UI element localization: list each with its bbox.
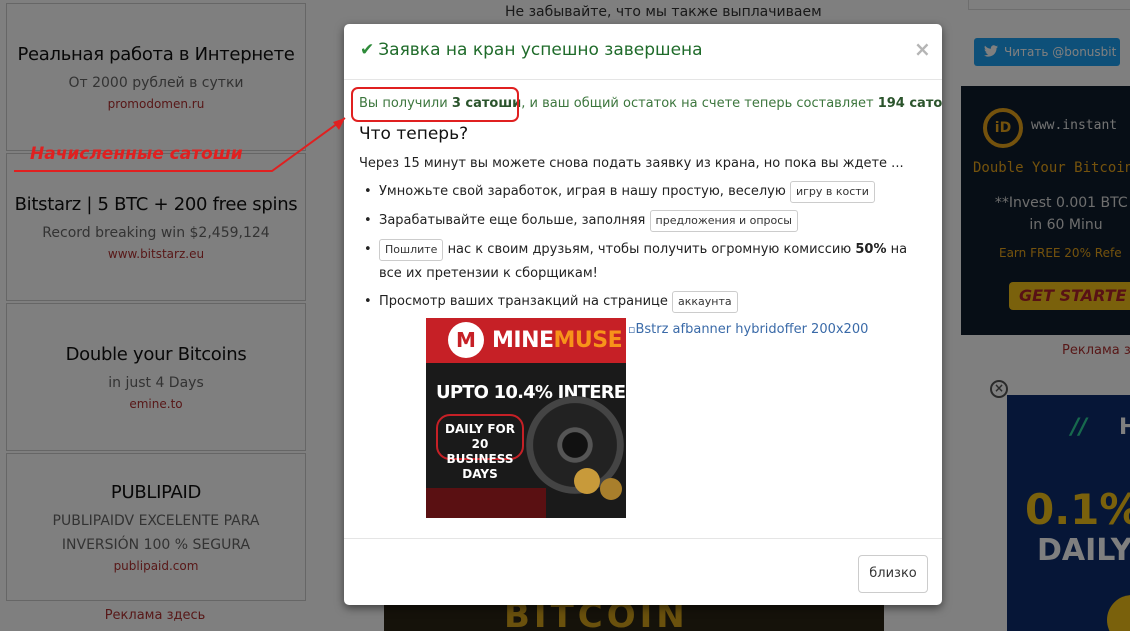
claimed-amount: 3 сатоши (451, 96, 522, 111)
bitcoin-coin-icon (574, 468, 600, 494)
close-button[interactable]: близко (858, 555, 928, 593)
minemuse-logo: M (448, 322, 484, 358)
interest-text: UPTO 10.4% INTEREST (436, 382, 626, 403)
bitcoin-coin-icon (600, 478, 622, 500)
daily-line: BUSINESS DAYS (446, 452, 514, 481)
commission-percent: 50% (855, 242, 887, 257)
result-prefix: Вы получили (359, 96, 448, 111)
list-item-text: Просмотр ваших транзакций на странице (379, 294, 668, 309)
refer-button[interactable]: Пошлите (379, 238, 444, 261)
list-item: Зарабатывайте еще больше, заполняя предл… (359, 209, 929, 233)
result-middle: , и ваш общий остаток на счете теперь со… (521, 96, 874, 111)
account-balance: 194 сатоши (877, 96, 942, 111)
modal-title-text: Заявка на кран успешно завершена (378, 40, 703, 60)
wait-intro-text: Через 15 минут вы можете снова подать за… (359, 156, 904, 171)
daily-badge: DAILY FOR 20 BUSINESS DAYS (436, 414, 524, 481)
list-item: Пошлите нас к своим друзьям, чтобы получ… (359, 238, 929, 286)
modal-footer: близко (344, 538, 942, 605)
claim-result-text: Вы получили 3 сатоши, и ваш общий остато… (359, 96, 942, 111)
offers-surveys-button[interactable]: предложения и опросы (649, 209, 798, 232)
broken-image-link[interactable]: ▫Bstrz afbanner hybridoffer 200x200 (628, 322, 868, 337)
minemuse-name: MINEMUSE (492, 328, 623, 353)
modal-title: ✔ Заявка на кран успешно завершена (360, 40, 703, 60)
faucet-success-modal: ✔ Заявка на кран успешно завершена × Вы п… (344, 24, 942, 605)
daily-line: DAILY FOR 20 (445, 422, 515, 451)
list-item: Просмотр ваших транзакций на странице ак… (359, 290, 929, 314)
brand-part: MINE (492, 328, 554, 353)
brand-part: MUSE (553, 328, 623, 353)
suggestions-list: Умножьте свой заработок, играя в нашу пр… (359, 180, 929, 314)
list-item-text: Умножьте свой заработок, играя в нашу пр… (379, 184, 786, 199)
banner-decor (426, 488, 546, 518)
modal-header: ✔ Заявка на кран успешно завершена × (344, 24, 942, 80)
check-icon: ✔ (360, 40, 375, 60)
annotation-label: Начисленные сатоши (30, 144, 243, 164)
close-icon[interactable]: × (914, 37, 931, 61)
list-item: Умножьте свой заработок, играя в нашу пр… (359, 180, 929, 204)
broken-image-alt: Bstrz afbanner hybridoffer 200x200 (635, 322, 869, 337)
dice-game-button[interactable]: игру в кости (789, 180, 875, 203)
list-item-text: Зарабатывайте еще больше, заполняя (379, 213, 646, 228)
account-button[interactable]: аккаунта (672, 290, 738, 313)
minemuse-banner[interactable]: M MINEMUSE UPTO 10.4% INTEREST DAILY FOR… (426, 318, 626, 518)
what-now-heading: Что теперь? (359, 124, 469, 144)
list-item-text: нас к своим друзьям, чтобы получить огро… (447, 242, 852, 257)
